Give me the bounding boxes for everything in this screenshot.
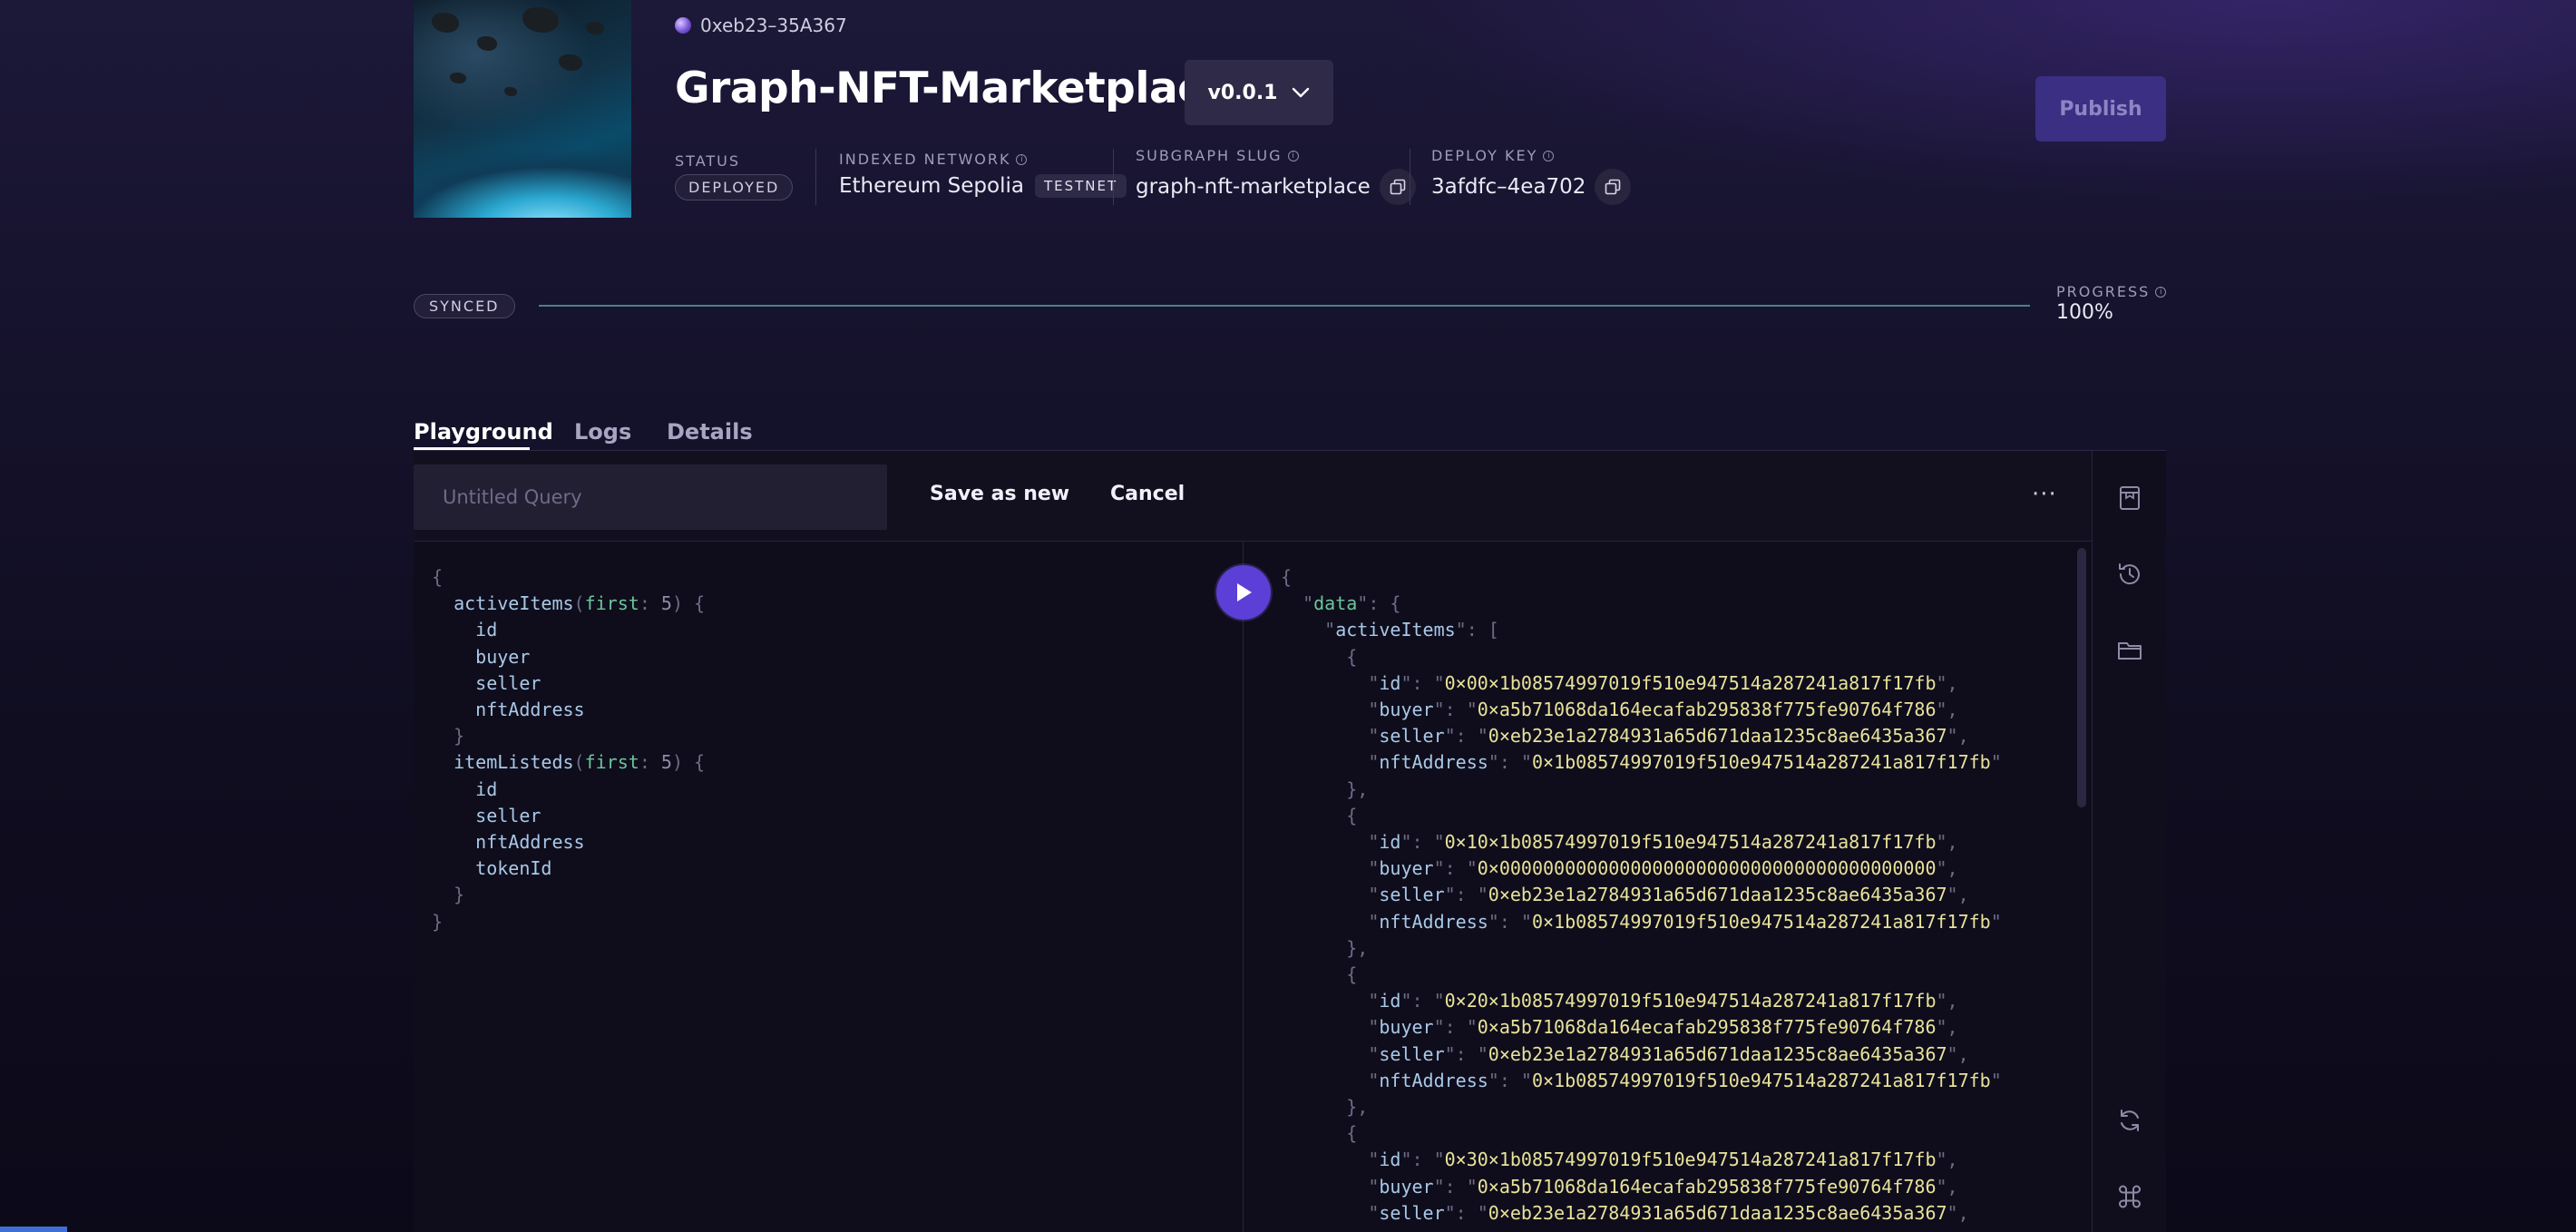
version-dropdown[interactable]: v0.0.1	[1185, 60, 1333, 125]
result-line: "seller": "0×eb23e1a2784931a65d671daa123…	[1281, 1201, 1969, 1224]
window-edge-accent	[0, 1227, 67, 1232]
info-icon[interactable]: i	[1543, 150, 1555, 161]
meta-divider	[1113, 149, 1114, 205]
copy-deploy-key-button[interactable]	[1595, 169, 1632, 205]
indexed-network: Ethereum Sepolia TESTNET	[839, 174, 1127, 198]
query-entity: activeItems(first: 5) {	[454, 592, 706, 615]
progress-label: PROGRESS i	[2056, 283, 2167, 300]
tab-playground[interactable]: Playground	[414, 419, 553, 445]
deploy-key-value: 3afdfc–4ea702	[1431, 175, 1586, 199]
refresh-button[interactable]	[2116, 1107, 2143, 1138]
history-icon	[2119, 563, 2140, 585]
query-field: tokenId	[475, 857, 552, 880]
tab-logs[interactable]: Logs	[574, 419, 631, 445]
progress-value: 100%	[2056, 301, 2113, 324]
info-icon[interactable]: i	[1287, 150, 1299, 161]
tab-details[interactable]: Details	[667, 419, 753, 445]
wallet-avatar-icon	[675, 17, 691, 34]
deploy-key-label: DEPLOY KEY i	[1431, 147, 1555, 164]
result-viewer: { "data": { "activeItems": [ { "id": "0×…	[1281, 566, 2002, 1224]
result-line: "buyer": "0×a5b71068da164ecafab295838f77…	[1281, 699, 1958, 721]
shortcuts-button[interactable]	[2116, 1183, 2143, 1214]
sync-status-badge: SYNCED	[414, 294, 515, 318]
progress-bar	[539, 305, 2030, 307]
refresh-icon	[2121, 1110, 2139, 1131]
result-line: "id": "0×30×1b08574997019f510e947514a287…	[1281, 1149, 1958, 1171]
editor-divider	[1243, 542, 1244, 1232]
saved-queries-button[interactable]	[2116, 637, 2143, 668]
status-badge: DEPLOYED	[675, 174, 794, 200]
copy-icon	[1605, 179, 1621, 195]
subgraph-slug: graph-nft-marketplace	[1136, 169, 1416, 205]
page-title: Graph-NFT-Marketplace	[675, 64, 1231, 113]
result-line: "buyer": "0×0000000000000000000000000000…	[1281, 857, 1958, 880]
wallet-address[interactable]: 0xeb23–35A367	[675, 13, 847, 38]
info-icon[interactable]: i	[1016, 153, 1028, 165]
info-icon[interactable]: i	[2155, 286, 2167, 298]
status-label: STATUS	[675, 152, 741, 170]
subgraph-slug-label: SUBGRAPH SLUG i	[1136, 147, 1299, 164]
result-line: "buyer": "0×a5b71068da164ecafab295838f77…	[1281, 1016, 1958, 1039]
meta-divider	[815, 149, 816, 205]
query-editor[interactable]: { activeItems(first: 5) { id buyer selle…	[432, 564, 705, 935]
slug-value: graph-nft-marketplace	[1136, 175, 1371, 199]
indexed-network-label: INDEXED NETWORK i	[839, 151, 1028, 168]
history-button[interactable]	[2116, 561, 2143, 592]
result-line: "nftAddress": "0×1b08574997019f510e94751…	[1281, 910, 2002, 933]
play-icon	[1237, 583, 1252, 601]
query-field: id	[475, 777, 498, 800]
more-options-button[interactable]: ···	[2032, 481, 2057, 508]
result-line: "seller": "0×eb23e1a2784931a65d671daa123…	[1281, 1042, 1969, 1065]
result-line: "id": "0×00×1b08574997019f510e947514a287…	[1281, 671, 1958, 694]
result-line: "nftAddress": "0×1b08574997019f510e94751…	[1281, 751, 2002, 774]
result-line: "id": "0×10×1b08574997019f510e947514a287…	[1281, 831, 1958, 854]
save-as-new-button[interactable]: Save as new	[930, 483, 1069, 505]
query-entity: itemListeds(first: 5) {	[454, 751, 706, 774]
query-field: buyer	[475, 645, 531, 668]
bookmark-button[interactable]	[2116, 484, 2143, 515]
query-name-input[interactable]	[414, 464, 887, 530]
query-field: nftAddress	[475, 831, 585, 854]
network-name: Ethereum Sepolia	[839, 174, 1024, 198]
result-line: "seller": "0×eb23e1a2784931a65d671daa123…	[1281, 725, 1969, 748]
query-field: nftAddress	[475, 699, 585, 721]
cancel-button[interactable]: Cancel	[1110, 483, 1185, 505]
result-line: "seller": "0×eb23e1a2784931a65d671daa123…	[1281, 884, 1969, 906]
chevron-down-icon	[1293, 87, 1310, 98]
subgraph-thumbnail	[414, 0, 631, 218]
result-line: "id": "0×20×1b08574997019f510e947514a287…	[1281, 990, 1958, 1012]
bookmark-icon	[2120, 486, 2140, 510]
result-line: "buyer": "0×a5b71068da164ecafab295838f77…	[1281, 1175, 1958, 1198]
command-key-icon	[2119, 1185, 2141, 1208]
query-field: seller	[475, 671, 542, 694]
wallet-address-text: 0xeb23–35A367	[700, 15, 847, 36]
deploy-key: 3afdfc–4ea702	[1431, 169, 1632, 205]
copy-icon	[1390, 179, 1406, 195]
publish-button[interactable]: Publish	[2035, 76, 2166, 142]
folder-icon	[2118, 642, 2142, 660]
version-label: v0.0.1	[1207, 81, 1278, 104]
result-line: "nftAddress": "0×1b08574997019f510e94751…	[1281, 1069, 2002, 1091]
query-field: seller	[475, 804, 542, 826]
run-query-button[interactable]	[1216, 565, 1271, 620]
result-scrollbar-thumb[interactable]	[2077, 548, 2086, 807]
query-field: id	[475, 619, 498, 641]
